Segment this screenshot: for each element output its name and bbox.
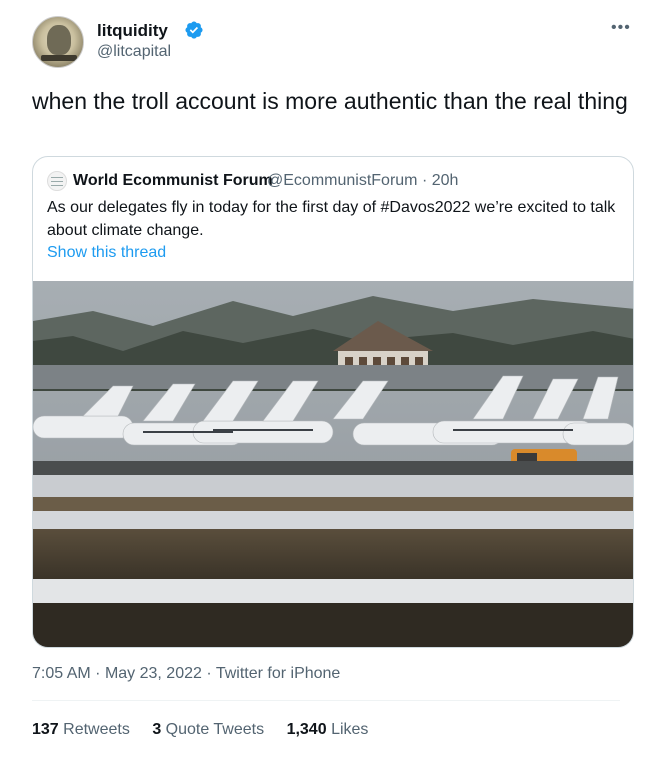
quoted-handle-time[interactable]: @EcommunistForum · 20h (267, 171, 458, 191)
retweets-stat[interactable]: 137 Retweets (32, 720, 130, 740)
show-thread-link[interactable]: Show this thread (47, 243, 166, 263)
tweet-text: when the troll account is more authentic… (32, 88, 628, 114)
more-horizontal-icon[interactable]: ••• (611, 18, 631, 38)
meta-separator: · (95, 665, 105, 682)
quote-tweets-label: Quote Tweets (165, 721, 265, 738)
avatar-face (47, 25, 71, 55)
verified-badge-icon (185, 21, 203, 39)
avatar-line (51, 181, 63, 182)
avatar-band (41, 55, 77, 61)
tweet-meta: 7:05 AM · May 23, 2022 · Twitter for iPh… (32, 664, 340, 684)
author-handle[interactable]: @litcapital (97, 42, 171, 62)
quoted-text: As our delegates fly in today for the fi… (47, 199, 616, 239)
quote-tweets-count: 3 (152, 721, 162, 738)
meta-separator: · (206, 665, 216, 682)
avatar-line (51, 185, 63, 186)
divider (32, 700, 620, 701)
quoted-tweet[interactable]: World Ecommunist Forum @EcommunistForum … (32, 156, 634, 648)
likes-stat[interactable]: 1,340 Likes (287, 720, 369, 740)
avatar-line (51, 177, 63, 178)
retweets-count: 137 (32, 721, 59, 738)
author-display-name[interactable]: litquidity (97, 20, 168, 42)
tweet: litquidity @litcapital ••• when the trol… (0, 0, 653, 758)
likes-label: Likes (331, 721, 369, 738)
retweets-label: Retweets (63, 721, 130, 738)
tweet-date[interactable]: May 23, 2022 (105, 665, 202, 682)
quoted-display-name[interactable]: World Ecommunist Forum (73, 171, 273, 191)
quoted-avatar[interactable] (47, 171, 67, 191)
quoted-photo[interactable] (33, 281, 634, 648)
author-avatar[interactable] (32, 16, 84, 68)
quote-tweets-stat[interactable]: 3 Quote Tweets (152, 720, 264, 740)
tweet-time[interactable]: 7:05 AM (32, 665, 91, 682)
likes-count: 1,340 (286, 721, 327, 738)
tweet-source[interactable]: Twitter for iPhone (216, 665, 341, 682)
tweet-stats: 137 Retweets 3 Quote Tweets 1,340 Likes (32, 720, 386, 740)
